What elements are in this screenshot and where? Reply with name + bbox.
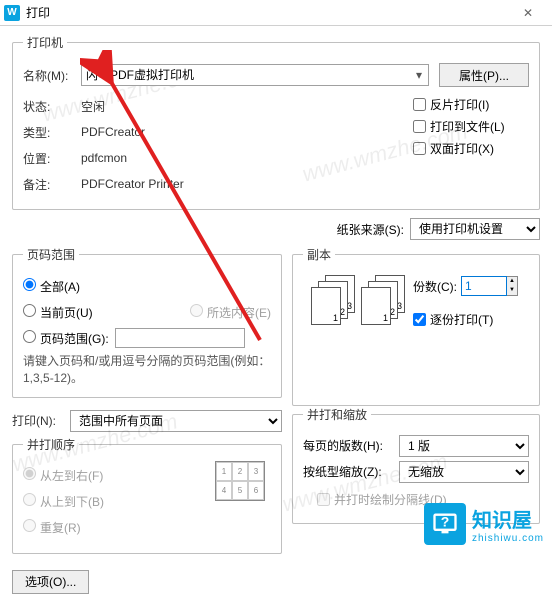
order-tb-radio	[23, 493, 36, 506]
print-what-select[interactable]: 范围中所有页面	[70, 410, 282, 432]
print-to-file-checkbox[interactable]	[413, 120, 426, 133]
draw-separator-checkbox	[317, 493, 330, 506]
copies-down[interactable]: ▼	[507, 286, 517, 295]
reverse-print-checkbox[interactable]	[413, 98, 426, 111]
brand-logo: ? 知识屋 zhishiwu.com	[424, 503, 544, 545]
where-label: 位置:	[23, 150, 81, 167]
type-label: 类型:	[23, 124, 81, 141]
range-selection-label: 所选内容(E)	[207, 306, 271, 320]
collate-checkbox[interactable]	[413, 313, 426, 326]
order-lr-label: 从左到右(F)	[40, 469, 103, 483]
name-label: 名称(M):	[23, 67, 81, 84]
close-button[interactable]: ✕	[508, 0, 548, 26]
range-all-radio[interactable]	[23, 278, 36, 291]
printer-name-select[interactable]: 闪电PDF虚拟打印机	[81, 64, 429, 86]
logo-icon: ?	[424, 503, 466, 545]
scale-to-paper-label: 按纸型缩放(Z):	[303, 463, 399, 480]
range-legend: 页码范围	[23, 246, 79, 263]
status-label: 状态:	[23, 98, 81, 115]
range-current-label: 当前页(U)	[40, 306, 93, 320]
collate-label: 逐份打印(T)	[430, 311, 493, 328]
copies-group: 副本 321 321 份数(C): ▲▼ 逐份打印(T)	[292, 246, 540, 406]
order-lr-radio	[23, 467, 36, 480]
status-value: 空闲	[81, 98, 105, 115]
order-preview-icon: 123456	[215, 461, 265, 501]
range-pages-radio[interactable]	[23, 330, 36, 343]
scale-to-paper-select[interactable]: 无缩放	[399, 461, 529, 483]
range-pages-input[interactable]	[115, 328, 245, 348]
print-to-file-label: 打印到文件(L)	[430, 118, 505, 135]
order-legend: 并打顺序	[23, 436, 79, 453]
pages-per-sheet-select[interactable]: 1 版	[399, 435, 529, 457]
range-current-radio[interactable]	[23, 304, 36, 317]
type-value: PDFCreator	[81, 125, 145, 139]
paper-source-select[interactable]: 使用打印机设置	[410, 218, 540, 240]
range-selection-radio	[190, 304, 203, 317]
printer-group: 打印机 名称(M): 闪电PDF虚拟打印机 属性(P)... 状态:空闲 类型:…	[12, 34, 540, 210]
comment-value: PDFCreator Printer	[81, 177, 184, 191]
print-order-group: 并打顺序 从左到右(F) 从上到下(B) 重复(R) 123456	[12, 436, 282, 554]
window-title: 打印	[26, 4, 508, 21]
logo-text-py: zhishiwu.com	[472, 533, 544, 544]
copies-up[interactable]: ▲	[507, 277, 517, 286]
duplex-checkbox[interactable]	[413, 142, 426, 155]
titlebar: W 打印 ✕	[0, 0, 552, 26]
pages-per-sheet-label: 每页的版数(H):	[303, 437, 399, 454]
copies-count-label: 份数(C):	[413, 278, 457, 295]
paper-source-label: 纸张来源(S):	[337, 221, 404, 238]
print-what-label: 打印(N):	[12, 412, 70, 429]
reverse-print-label: 反片打印(I)	[430, 96, 489, 113]
range-hint: 请键入页码和/或用逗号分隔的页码范围(例如：1,3,5-12)。	[23, 353, 271, 387]
where-value: pdfcmon	[81, 151, 127, 165]
properties-button[interactable]: 属性(P)...	[439, 63, 529, 87]
copies-legend: 副本	[303, 246, 335, 263]
app-icon: W	[4, 5, 20, 21]
order-tb-label: 从上到下(B)	[40, 495, 104, 509]
printer-legend: 打印机	[23, 34, 67, 51]
comment-label: 备注:	[23, 176, 81, 193]
page-range-group: 页码范围 全部(A) 当前页(U) 所选内容(E) 页码范围(G): 请键入页码…	[12, 246, 282, 398]
order-repeat-label: 重复(R)	[40, 521, 81, 535]
range-pages-label: 页码范围(G):	[40, 332, 109, 346]
svg-text:?: ?	[441, 513, 450, 529]
printer-name-value: 闪电PDF虚拟打印机	[86, 68, 194, 82]
collate-preview-icon: 321 321	[311, 275, 405, 327]
options-button[interactable]: 选项(O)...	[12, 570, 89, 594]
duplex-label: 双面打印(X)	[430, 140, 494, 157]
range-all-label: 全部(A)	[40, 280, 80, 294]
copies-count-input[interactable]	[461, 276, 507, 296]
scale-legend: 并打和缩放	[303, 406, 371, 423]
order-repeat-radio	[23, 519, 36, 532]
logo-text-cn: 知识屋	[472, 504, 544, 533]
